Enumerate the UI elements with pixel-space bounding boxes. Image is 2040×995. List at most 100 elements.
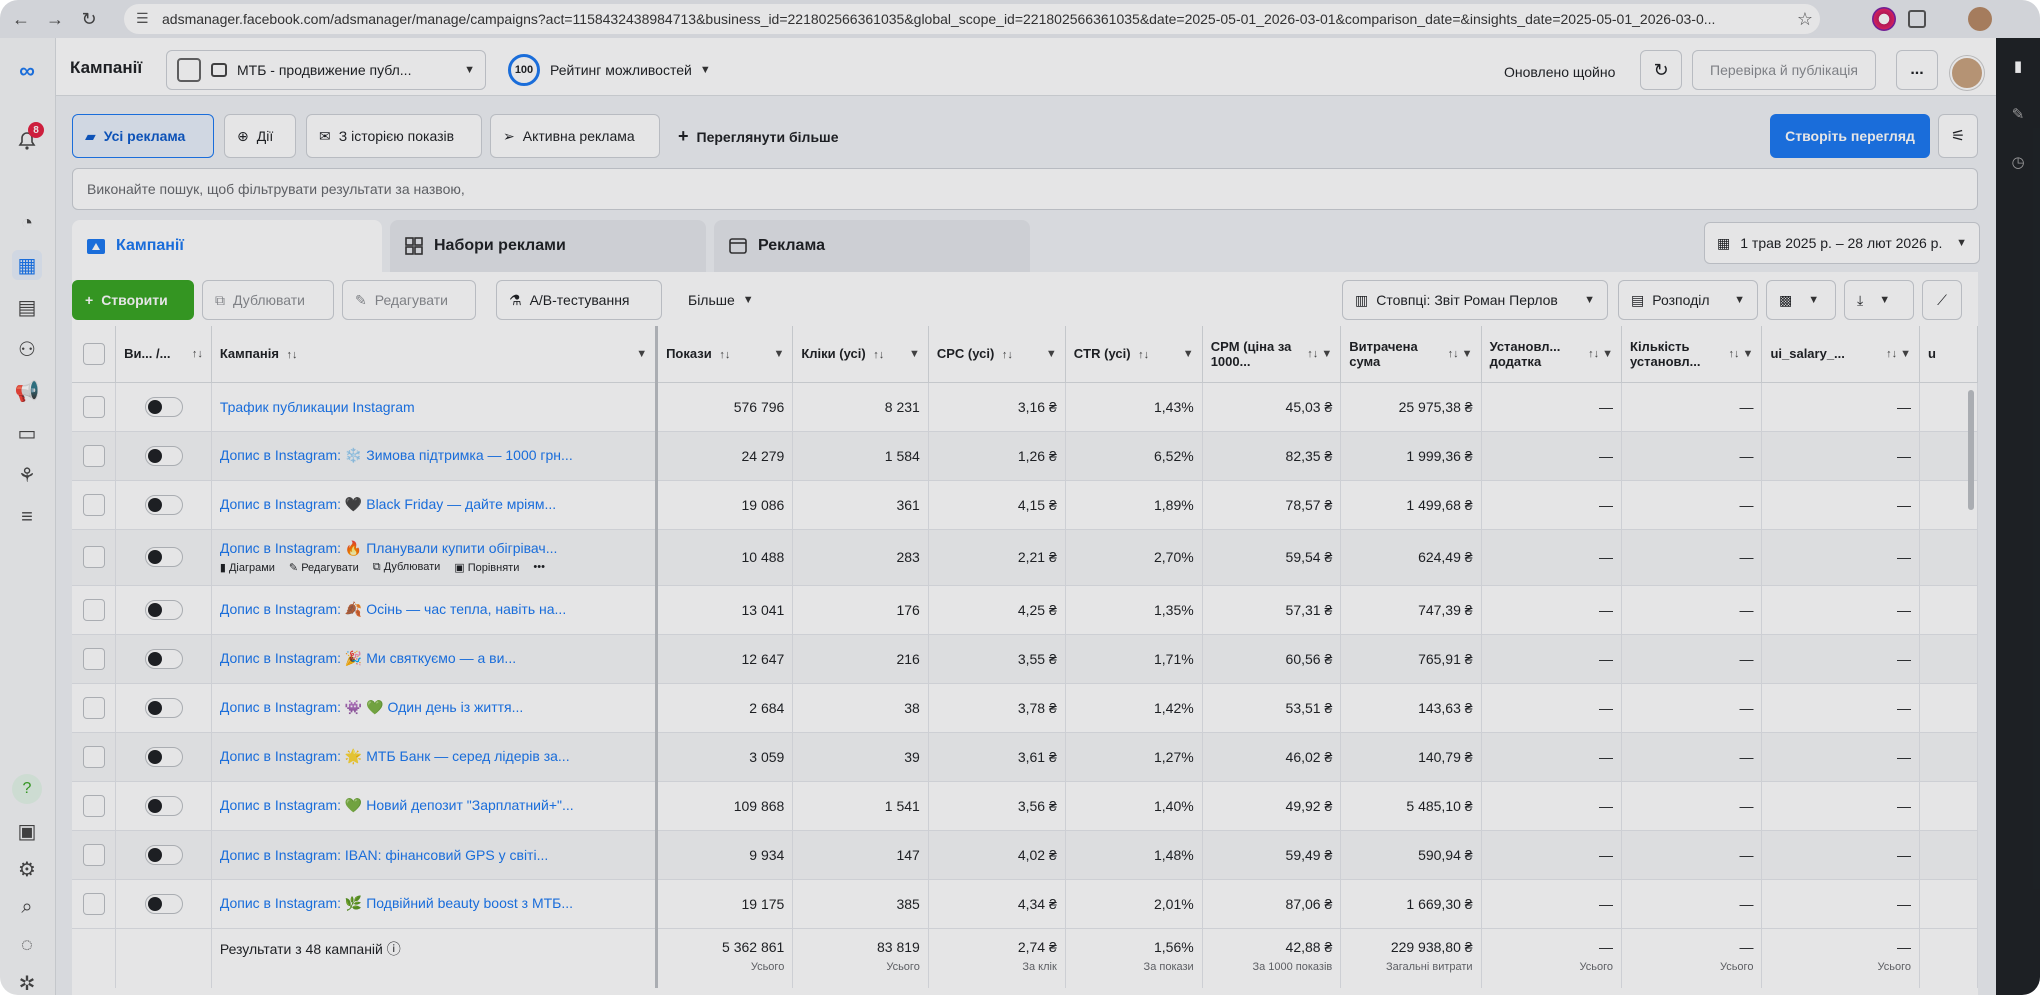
row-checkbox-cell[interactable] xyxy=(72,431,117,481)
row-checkbox-cell[interactable] xyxy=(72,585,117,635)
col-installs-app[interactable]: Установл... додатка ↑↓ ▼ xyxy=(1481,326,1623,383)
see-more-button[interactable]: + Переглянути більше xyxy=(678,126,839,147)
table-row[interactable]: Допис в Instagram: 🍂 Осінь — час тепла, … xyxy=(72,585,1978,635)
campaign-name-cell[interactable]: Допис в Instagram: 🌟 МТБ Банк — серед лі… xyxy=(211,732,659,782)
charts-button[interactable]: ⟋ xyxy=(1922,280,1962,320)
delivery-toggle-cell[interactable] xyxy=(115,480,212,530)
campaign-name-cell[interactable]: Допис в Instagram: 👾 💚 Один день із житт… xyxy=(211,683,659,733)
campaign-link[interactable]: Допис в Instagram: 🍂 Осінь — час тепла, … xyxy=(220,601,647,618)
delivery-toggle[interactable] xyxy=(144,396,183,417)
extension-icon[interactable] xyxy=(1872,7,1896,31)
support-headset-icon[interactable]: ◌ xyxy=(12,930,42,960)
col-extra[interactable]: u xyxy=(1919,326,1978,383)
row-checkbox[interactable] xyxy=(82,696,105,719)
history-clock-icon[interactable]: ◷ xyxy=(2008,152,2028,172)
settings-gear-icon[interactable]: ⚙ xyxy=(12,854,42,884)
bar-chart-icon[interactable]: ▮ xyxy=(2008,56,2028,76)
delivery-toggle[interactable] xyxy=(144,844,183,865)
delivery-toggle-cell[interactable] xyxy=(115,634,212,684)
row-checkbox-cell[interactable] xyxy=(72,529,117,586)
duplicate-button[interactable]: ⧉ Дублювати xyxy=(202,280,334,320)
delivery-toggle[interactable] xyxy=(144,648,183,669)
campaign-link[interactable]: Допис в Instagram: 💚 Новий депозит "Зарп… xyxy=(220,797,647,814)
campaign-name-cell[interactable]: Допис в Instagram: 🌿 Подвійний beauty bo… xyxy=(211,879,659,929)
row-checkbox[interactable] xyxy=(82,745,105,768)
forward-icon[interactable]: → xyxy=(38,2,72,36)
sort-icon[interactable]: ↑↓ xyxy=(873,349,884,361)
row-checkbox[interactable] xyxy=(82,546,105,568)
row-checkbox-cell[interactable] xyxy=(72,732,117,782)
breakdown-button[interactable]: ▤ Розподіл ▼ xyxy=(1618,280,1758,320)
row-checkbox-cell[interactable] xyxy=(72,683,117,733)
more-actions[interactable]: ••• xyxy=(533,561,545,574)
campaigns-table-icon[interactable]: ▦ xyxy=(12,250,42,280)
table-row[interactable]: Допис в Instagram: 🔥 Планували купити об… xyxy=(72,529,1978,586)
campaign-link[interactable]: Допис в Instagram: 👾 💚 Один день із житт… xyxy=(220,699,647,716)
back-icon[interactable]: ← xyxy=(4,2,38,36)
campaign-link[interactable]: Трафик публикации Instagram xyxy=(220,399,647,415)
news-icon[interactable]: ▣ xyxy=(12,816,42,846)
bug-report-icon[interactable]: ✲ xyxy=(12,968,42,995)
delivery-toggle-cell[interactable] xyxy=(115,830,212,880)
row-checkbox[interactable] xyxy=(82,598,105,621)
select-all-checkbox[interactable] xyxy=(82,342,105,365)
sort-icon[interactable]: ↑↓ ▼ xyxy=(1307,348,1332,360)
search-input[interactable]: Виконайте пошук, щоб фільтрувати результ… xyxy=(72,168,1978,210)
row-checkbox[interactable] xyxy=(82,444,105,467)
table-row[interactable]: Допис в Instagram: ❄️ Зимова підтримка —… xyxy=(72,431,1978,481)
delivery-toggle-cell[interactable] xyxy=(115,382,212,432)
sort-icon[interactable]: ↑↓ xyxy=(719,349,730,361)
col-cpc[interactable]: CPC (усі) ↑↓ ▼ xyxy=(928,326,1066,383)
campaign-link[interactable]: Допис в Instagram: 🌟 МТБ Банк — серед лі… xyxy=(220,748,647,765)
col-ui-salary[interactable]: ui_salary_... ↑↓ ▼ xyxy=(1761,326,1921,383)
delivery-toggle[interactable] xyxy=(144,599,183,620)
chip-all-ads[interactable]: ▰ Усі реклама xyxy=(72,114,214,158)
export-button[interactable]: ⤓ ▼ xyxy=(1844,280,1914,320)
row-checkbox[interactable] xyxy=(82,647,105,670)
delivery-toggle[interactable] xyxy=(144,893,183,914)
edit-action[interactable]: ✎ Редагувати xyxy=(289,561,359,574)
table-row[interactable]: Допис в Instagram: 🌟 МТБ Банк — серед лі… xyxy=(72,732,1978,782)
sort-icon[interactable]: ↑↓ ▼ xyxy=(1729,348,1754,360)
col-spend[interactable]: Витрачена сума ↑↓ ▼ xyxy=(1340,326,1482,383)
create-view-button[interactable]: Створіть перегляд xyxy=(1770,114,1930,158)
notifications-icon[interactable]: 8 xyxy=(12,122,44,156)
create-button[interactable]: + Створити xyxy=(72,280,194,320)
row-checkbox-cell[interactable] xyxy=(72,382,117,432)
row-checkbox-cell[interactable] xyxy=(72,781,117,831)
col-delivery[interactable]: Ви... /... ↑↓ xyxy=(115,326,212,383)
delivery-toggle[interactable] xyxy=(144,746,183,767)
chip-actions[interactable]: ⊕ Дії xyxy=(224,114,296,158)
delivery-toggle-cell[interactable] xyxy=(115,431,212,481)
campaign-name-cell[interactable]: Трафик публикации Instagram xyxy=(211,382,659,432)
table-row[interactable]: Допис в Instagram: 🌿 Подвійний beauty bo… xyxy=(72,879,1978,929)
more-options-button[interactable]: ... xyxy=(1896,50,1938,90)
chip-with-history[interactable]: ✉ З історією показів xyxy=(306,114,482,158)
delivery-toggle-cell[interactable] xyxy=(115,879,212,929)
sort-icon[interactable]: ↑↓ xyxy=(192,348,203,360)
dashboard-icon[interactable]: ◔ xyxy=(12,208,42,238)
delivery-toggle-cell[interactable] xyxy=(115,781,212,831)
row-checkbox-cell[interactable] xyxy=(72,480,117,530)
delivery-toggle[interactable] xyxy=(144,795,183,816)
campaign-link[interactable]: Допис в Instagram: 🔥 Планували купити об… xyxy=(220,540,647,557)
info-icon[interactable]: ⓘ xyxy=(387,941,401,957)
business-icon[interactable]: ⚘ xyxy=(12,460,42,490)
row-checkbox[interactable] xyxy=(82,493,105,516)
col-cpm[interactable]: CPM (ціна за 1000... ↑↓ ▼ xyxy=(1202,326,1342,383)
campaign-name-cell[interactable]: Допис в Instagram: 🖤 Black Friday — дайт… xyxy=(211,480,659,530)
billing-icon[interactable]: ▭ xyxy=(12,418,42,448)
table-row[interactable]: Допис в Instagram: 🖤 Black Friday — дайт… xyxy=(72,480,1978,530)
vertical-scrollbar[interactable] xyxy=(1968,390,1974,510)
bookmark-star-icon[interactable]: ☆ xyxy=(1790,9,1820,30)
meta-logo-icon[interactable]: ∞ xyxy=(12,56,42,86)
col-installs-count[interactable]: Кількість установл... ↑↓ ▼ xyxy=(1621,326,1763,383)
view-settings-button[interactable]: ⚟ xyxy=(1938,114,1978,158)
campaign-name-cell[interactable]: Допис в Instagram: 🔥 Планували купити об… xyxy=(211,529,659,586)
help-icon[interactable]: ? xyxy=(12,774,42,804)
col-impressions[interactable]: Покази ↑↓ ▼ xyxy=(656,326,794,383)
row-checkbox[interactable] xyxy=(82,794,105,817)
row-checkbox[interactable] xyxy=(82,843,105,866)
megaphone-icon[interactable]: 📢 xyxy=(12,376,42,406)
puzzle-icon[interactable] xyxy=(1908,10,1926,28)
